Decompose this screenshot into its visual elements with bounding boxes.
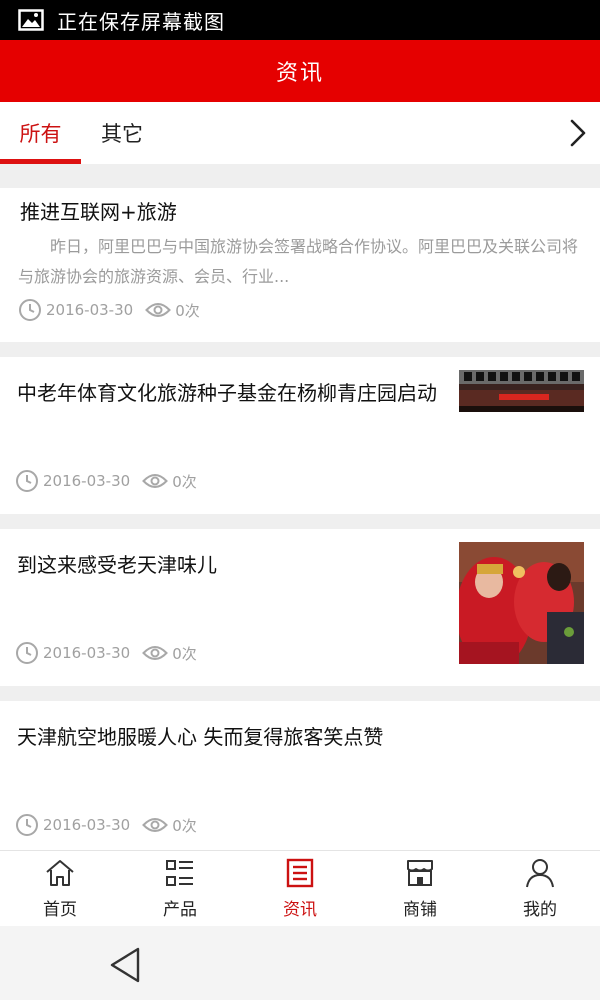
eye-icon [145, 303, 172, 317]
status-bar: 正在保存屏幕截图 [0, 0, 600, 40]
list-icon [166, 860, 193, 886]
nav-label: 首页 [43, 900, 77, 920]
article-item[interactable]: 推进互联网+旅游 昨日，阿里巴巴与中国旅游协会签署战略合作协议。阿里巴巴及关联公… [0, 188, 600, 342]
article-meta: 2016-03-30 0次 [15, 813, 197, 837]
tab-label: 其它 [101, 122, 143, 146]
eye-icon [142, 818, 169, 832]
article-date: 2016-03-30 [43, 644, 131, 662]
chevron-right-icon[interactable] [568, 118, 588, 148]
nav-label: 我的 [523, 900, 557, 920]
clock-icon [19, 299, 41, 321]
article-meta: 2016-03-30 0次 [18, 298, 200, 322]
event-stage-photo [459, 370, 584, 412]
eye-icon [142, 646, 169, 660]
article-views: 0次 [172, 816, 197, 835]
article-date: 2016-03-30 [43, 816, 131, 834]
article-views: 0次 [172, 644, 197, 663]
tab-label: 所有 [19, 122, 62, 146]
article-item[interactable]: 中老年体育文化旅游种子基金在杨柳青庄园启动 2016-03-30 0次 [0, 357, 600, 514]
page-title: 资讯 [275, 61, 324, 86]
tab-active-indicator [0, 159, 81, 164]
home-icon [46, 860, 74, 886]
nav-home[interactable]: 首页 [0, 851, 120, 926]
eye-icon [142, 474, 169, 488]
article-views: 0次 [172, 472, 197, 491]
category-tabs: 所有 其它 [0, 102, 600, 164]
article-title: 到这来感受老天津味儿 [17, 553, 217, 577]
app-header: 资讯 [0, 40, 600, 102]
article-views: 0次 [175, 301, 200, 320]
user-icon [526, 859, 554, 888]
traditional-costume-photo [459, 542, 584, 664]
tab-other[interactable]: 其它 [86, 102, 158, 164]
tab-all[interactable]: 所有 [0, 102, 81, 164]
shop-icon [407, 860, 433, 886]
image-icon [18, 9, 44, 31]
article-meta: 2016-03-30 0次 [15, 469, 197, 493]
article-title: 天津航空地服暖人心 失而复得旅客笑点赞 [17, 725, 384, 749]
article-title: 中老年体育文化旅游种子基金在杨柳青庄园启动 [17, 381, 437, 405]
clock-icon [16, 642, 38, 664]
nav-label: 资讯 [283, 900, 317, 920]
nav-shops[interactable]: 商铺 [360, 851, 480, 926]
nav-me[interactable]: 我的 [480, 851, 600, 926]
nav-label: 商铺 [403, 900, 437, 920]
article-summary: 昨日，阿里巴巴与中国旅游协会签署战略合作协议。阿里巴巴及关联公司将与旅游协会的旅… [18, 237, 579, 286]
bottom-tab-bar: 首页 产品 资讯 商铺 我的 [0, 850, 600, 926]
article-thumbnail [459, 370, 584, 412]
article-date: 2016-03-30 [46, 301, 134, 319]
article-item[interactable]: 到这来感受老天津味儿 2016-03-30 0次 [0, 529, 600, 686]
nav-label: 产品 [163, 900, 197, 920]
article-item[interactable]: 天津航空地服暖人心 失而复得旅客笑点赞 2016-03-30 0次 [0, 701, 600, 850]
status-text: 正在保存屏幕截图 [57, 9, 225, 34]
article-thumbnail [459, 542, 584, 664]
clock-icon [16, 470, 38, 492]
article-date: 2016-03-30 [43, 472, 131, 490]
nav-news[interactable]: 资讯 [240, 851, 360, 926]
system-nav-bar [0, 926, 600, 1000]
news-icon [286, 858, 314, 888]
nav-products[interactable]: 产品 [120, 851, 240, 926]
back-triangle-icon[interactable] [108, 946, 142, 984]
article-title: 推进互联网+旅游 [20, 200, 177, 224]
clock-icon [16, 814, 38, 836]
article-meta: 2016-03-30 0次 [15, 641, 197, 665]
